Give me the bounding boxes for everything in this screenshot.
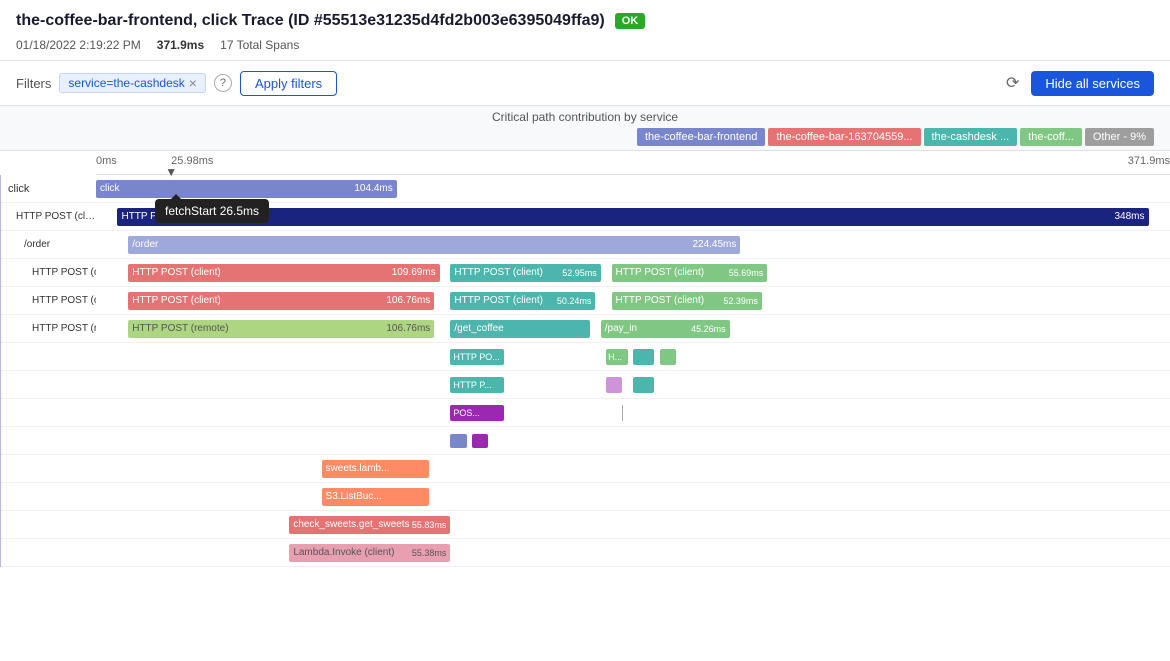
status-badge: OK <box>615 13 646 29</box>
span-row-s3: S3.ListBuc... <box>0 483 1170 511</box>
bar-sweets-lamb[interactable]: sweets.lamb... <box>322 460 429 478</box>
bar-http-remote[interactable]: HTTP POST (remote) 106.76ms <box>128 320 434 338</box>
bar-get-coffee[interactable]: /get_coffee <box>450 320 590 338</box>
span-timeline-http-post-main: HTTP POST (client) 348ms <box>96 203 1170 230</box>
legend-item-cashdesk: the-cashdesk ... <box>924 128 1018 146</box>
span-label-order: /order <box>0 239 96 250</box>
span-label-http-trio-2: HTTP POST (client) <box>0 295 96 306</box>
bar-pay-in[interactable]: /pay_in 45.26ms <box>601 320 730 338</box>
bar-http-post-main[interactable]: HTTP POST (client) 348ms <box>117 208 1148 226</box>
bar-http-po-1[interactable]: HTTP PO... <box>450 349 504 365</box>
span-row-remote-row: HTTP POST (remote) HTTP POST (remote) 10… <box>0 315 1170 343</box>
bar-http-2a[interactable]: HTTP POST (client) 106.76ms <box>128 292 434 310</box>
span-row-sweets-lamb: sweets.lamb... <box>0 455 1170 483</box>
legend-item-other: Other - 9% <box>1085 128 1154 146</box>
bar-check-sweets[interactable]: check_sweets.get_sweets 55.83ms <box>289 516 450 534</box>
bar-http-p-2[interactable]: HTTP P... <box>450 377 504 393</box>
total-spans: 17 Total Spans <box>220 38 299 52</box>
header: the-coffee-bar-frontend, click Trace (ID… <box>0 0 1170 61</box>
bar-h-pay-1[interactable]: H... <box>606 349 627 365</box>
trace-date: 01/18/2022 2:19:22 PM <box>16 38 141 52</box>
bar-click[interactable]: click 104.4ms <box>96 180 397 198</box>
span-label-http-trio-1: HTTP POST (client) <box>0 267 96 278</box>
bar-pos[interactable]: POS... <box>450 405 504 421</box>
bar-small-4[interactable] <box>633 377 654 393</box>
bar-http-1a[interactable]: HTTP POST (client) 109.69ms <box>128 264 439 282</box>
span-row-sub-4 <box>0 427 1170 455</box>
span-label-click: click <box>0 183 96 195</box>
bar-http-1b[interactable]: HTTP POST (client) 52.95ms <box>450 264 600 282</box>
legend-item-coff: the-coff... <box>1020 128 1082 146</box>
span-row-sub-2: HTTP P... <box>0 371 1170 399</box>
bar-http-1c[interactable]: HTTP POST (client) 55.69ms <box>612 264 768 282</box>
hide-services-button[interactable]: Hide all services <box>1031 71 1154 96</box>
span-timeline-click: click 104.4ms <box>96 175 1170 202</box>
bar-s3[interactable]: S3.ListBuc... <box>322 488 429 506</box>
span-row-http-trio-1: HTTP POST (client) HTTP POST (client) 10… <box>0 259 1170 287</box>
line-1 <box>622 405 623 421</box>
filter-bar: Filters service=the-cashdesk × ? Apply f… <box>0 61 1170 106</box>
bar-http-2c[interactable]: HTTP POST (client) 52.39ms <box>612 292 762 310</box>
span-row-check-sweets: check_sweets.get_sweets 55.83ms <box>0 511 1170 539</box>
span-row-http-trio-2: HTTP POST (client) HTTP POST (client) 10… <box>0 287 1170 315</box>
timeline-ruler: 0ms 25.98ms 371.9ms ▼ <box>96 151 1170 175</box>
legend-item-163: the-coffee-bar-163704559... <box>768 128 920 146</box>
bar-small-1[interactable] <box>633 349 654 365</box>
refresh-button[interactable]: ⟳ <box>1002 69 1023 97</box>
bar-tiny-2[interactable] <box>472 434 488 448</box>
span-row-sub-3: POS... <box>0 399 1170 427</box>
bar-small-3[interactable] <box>606 377 622 393</box>
filters-label: Filters <box>16 76 51 91</box>
trace-area: 0ms 25.98ms 371.9ms ▼ fetchStart 26.5ms … <box>0 151 1170 567</box>
bar-http-2b[interactable]: HTTP POST (client) 50.24ms <box>450 292 595 310</box>
bar-small-2[interactable] <box>660 349 676 365</box>
legend-title: Critical path contribution by service <box>16 110 1154 124</box>
filter-tag-value: service=the-cashdesk <box>68 76 184 90</box>
filter-tag[interactable]: service=the-cashdesk × <box>59 73 206 93</box>
legend-item-frontend: the-coffee-bar-frontend <box>637 128 765 146</box>
span-row-order: /order /order 224.45ms <box>0 231 1170 259</box>
cursor-line <box>0 175 1 567</box>
span-row-http-post-main: HTTP POST (client) HTTP POST (client) 34… <box>0 203 1170 231</box>
span-label-remote: HTTP POST (remote) <box>0 323 96 334</box>
apply-filters-button[interactable]: Apply filters <box>240 71 337 96</box>
trace-duration: 371.9ms <box>157 38 204 52</box>
time-start: 0ms <box>96 155 117 167</box>
bar-tiny-1[interactable] <box>450 434 466 448</box>
bar-order[interactable]: /order 224.45ms <box>128 236 740 254</box>
time-mid: 25.98ms <box>171 155 213 167</box>
span-row-sub-1: HTTP PO... H... <box>0 343 1170 371</box>
filter-help-icon[interactable]: ? <box>214 74 232 92</box>
legend-items: the-coffee-bar-frontend the-coffee-bar-1… <box>16 128 1154 146</box>
bar-lambda[interactable]: Lambda.Invoke (client) 55.38ms <box>289 544 450 562</box>
page-title: the-coffee-bar-frontend, click Trace (ID… <box>16 12 605 30</box>
span-row-lambda: Lambda.Invoke (client) 55.38ms <box>0 539 1170 567</box>
span-label-http-post-main: HTTP POST (client) <box>0 211 96 222</box>
filter-tag-remove[interactable]: × <box>189 76 197 90</box>
time-end: 371.9ms <box>1128 155 1170 167</box>
span-row-click: click click 104.4ms <box>0 175 1170 203</box>
